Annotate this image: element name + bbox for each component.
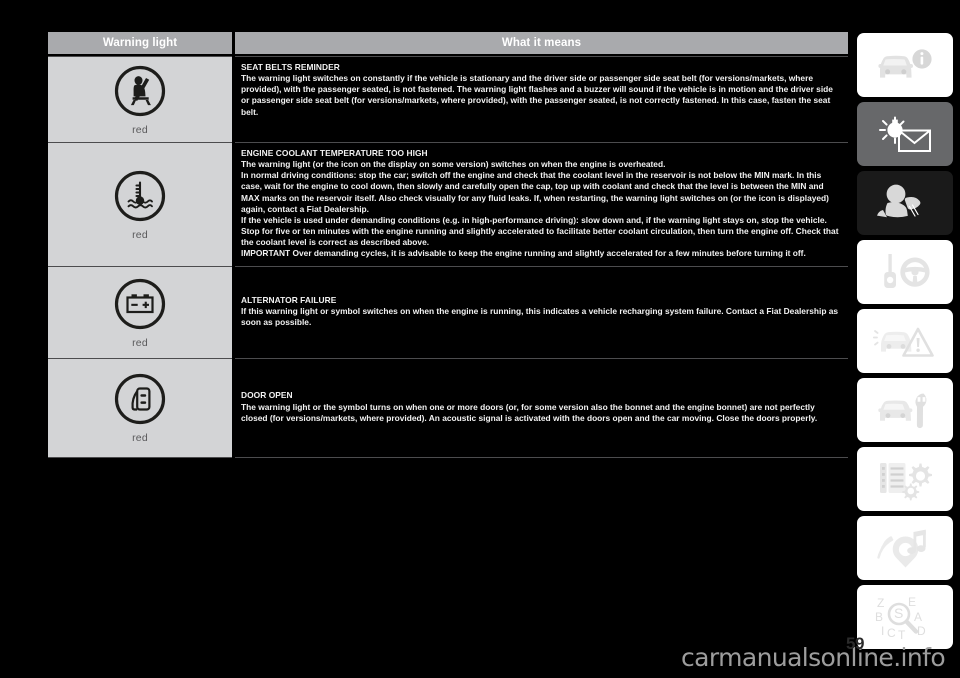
warning-light-cell: red <box>48 56 232 142</box>
paragraph: If the vehicle is used under demanding c… <box>241 214 839 248</box>
manual-page: Warning light What it means red SEAT BEL… <box>0 0 960 678</box>
sidebar-tab-technical-specifications[interactable] <box>857 447 953 511</box>
table-row: red DOOR OPEN The warning light or the s… <box>48 357 848 458</box>
svg-text:T: T <box>898 628 906 640</box>
specifications-gears-icon <box>874 457 936 501</box>
table-row: red ENGINE COOLANT TEMPERATURE TOO HIGH … <box>48 142 848 266</box>
warning-light-colour-label: red <box>132 228 148 241</box>
section-title: SEAT BELTS REMINDER <box>241 62 340 72</box>
airbag-safety-icon <box>874 181 936 225</box>
sidebar-tab-maintenance-and-care[interactable] <box>857 378 953 442</box>
alternator-battery-icon <box>112 276 168 332</box>
warning-light-colour-label: red <box>132 336 148 349</box>
sidebar-tab-in-an-emergency[interactable] <box>857 309 953 373</box>
paragraph: The warning light (or the icon on the di… <box>241 159 666 170</box>
car-emergency-triangle-icon <box>873 320 937 362</box>
door-open-icon <box>112 371 168 427</box>
warning-lights-table: Warning light What it means red SEAT BEL… <box>48 32 848 458</box>
svg-text:S: S <box>894 605 903 621</box>
svg-text:C: C <box>887 626 896 640</box>
warning-light-colour-label: red <box>132 124 148 136</box>
description-cell: SEAT BELTS REMINDER The warning light sw… <box>235 56 848 142</box>
page-number: 59 <box>846 634 864 653</box>
paragraph: The warning light switches on constantly… <box>241 73 833 117</box>
section-body: The warning light (or the icon on the di… <box>241 159 842 260</box>
section-body: The warning light or the symbol turns on… <box>241 402 842 424</box>
svg-text:B: B <box>875 610 883 624</box>
section-title: DOOR OPEN <box>241 390 293 401</box>
column-header-what-it-means: What it means <box>235 32 848 54</box>
car-wrench-icon <box>874 389 936 431</box>
multimedia-music-icon <box>875 526 935 570</box>
sidebar-tab-starting-and-driving[interactable] <box>857 240 953 304</box>
description-cell: DOOR OPEN The warning light or the symbo… <box>235 357 848 458</box>
seat-belt-reminder-icon <box>112 63 168 119</box>
table-header-row: Warning light What it means <box>48 32 848 54</box>
section-body: The warning light switches on constantly… <box>241 73 842 118</box>
description-cell: ALTERNATOR FAILURE If this warning light… <box>235 265 848 358</box>
svg-text:Z: Z <box>877 596 884 610</box>
alphabetical-index-icon: Z B I C T E A D S <box>872 594 938 640</box>
paragraph: In normal driving conditions: stop the c… <box>241 170 829 214</box>
engine-coolant-temperature-icon <box>112 168 168 224</box>
sidebar-tab-warning-lights-and-messages[interactable] <box>857 102 953 166</box>
paragraph: IMPORTANT Over demanding cycles, it is a… <box>241 248 806 259</box>
table-row: red ALTERNATOR FAILURE If this warning l… <box>48 265 848 358</box>
warning-light-colour-label: red <box>132 432 148 445</box>
paragraph: The warning light or the symbol turns on… <box>241 401 818 423</box>
sidebar-tab-safety[interactable] <box>857 171 953 235</box>
table-row: red SEAT BELTS REMINDER The warning ligh… <box>48 56 848 142</box>
section-body: If this warning light or symbol switches… <box>241 306 842 328</box>
section-tabs-sidebar: Z B I C T E A D S <box>857 33 953 654</box>
description-cell: ENGINE COOLANT TEMPERATURE TOO HIGH The … <box>235 142 848 266</box>
section-title: ALTERNATOR FAILURE <box>241 294 337 305</box>
paragraph: If this warning light or symbol switches… <box>241 306 839 328</box>
key-steering-wheel-icon <box>874 250 936 294</box>
svg-text:I: I <box>881 624 884 638</box>
warning-light-cell: red <box>48 265 232 358</box>
watermark: carmanualsonline.info <box>681 643 946 672</box>
sidebar-tab-multimedia[interactable] <box>857 516 953 580</box>
column-header-warning-light: Warning light <box>48 32 232 54</box>
sidebar-tab-alphabetical-index[interactable]: Z B I C T E A D S <box>857 585 953 649</box>
svg-text:D: D <box>917 624 926 638</box>
sidebar-tab-dashboard-and-controls[interactable] <box>857 33 953 97</box>
svg-text:A: A <box>914 610 922 624</box>
warning-light-cell: red <box>48 357 232 458</box>
warning-lights-mail-icon <box>873 112 937 156</box>
svg-text:E: E <box>908 595 916 609</box>
section-title: ENGINE COOLANT TEMPERATURE TOO HIGH <box>241 148 428 158</box>
warning-light-cell: red <box>48 142 232 266</box>
car-info-icon <box>874 45 936 85</box>
